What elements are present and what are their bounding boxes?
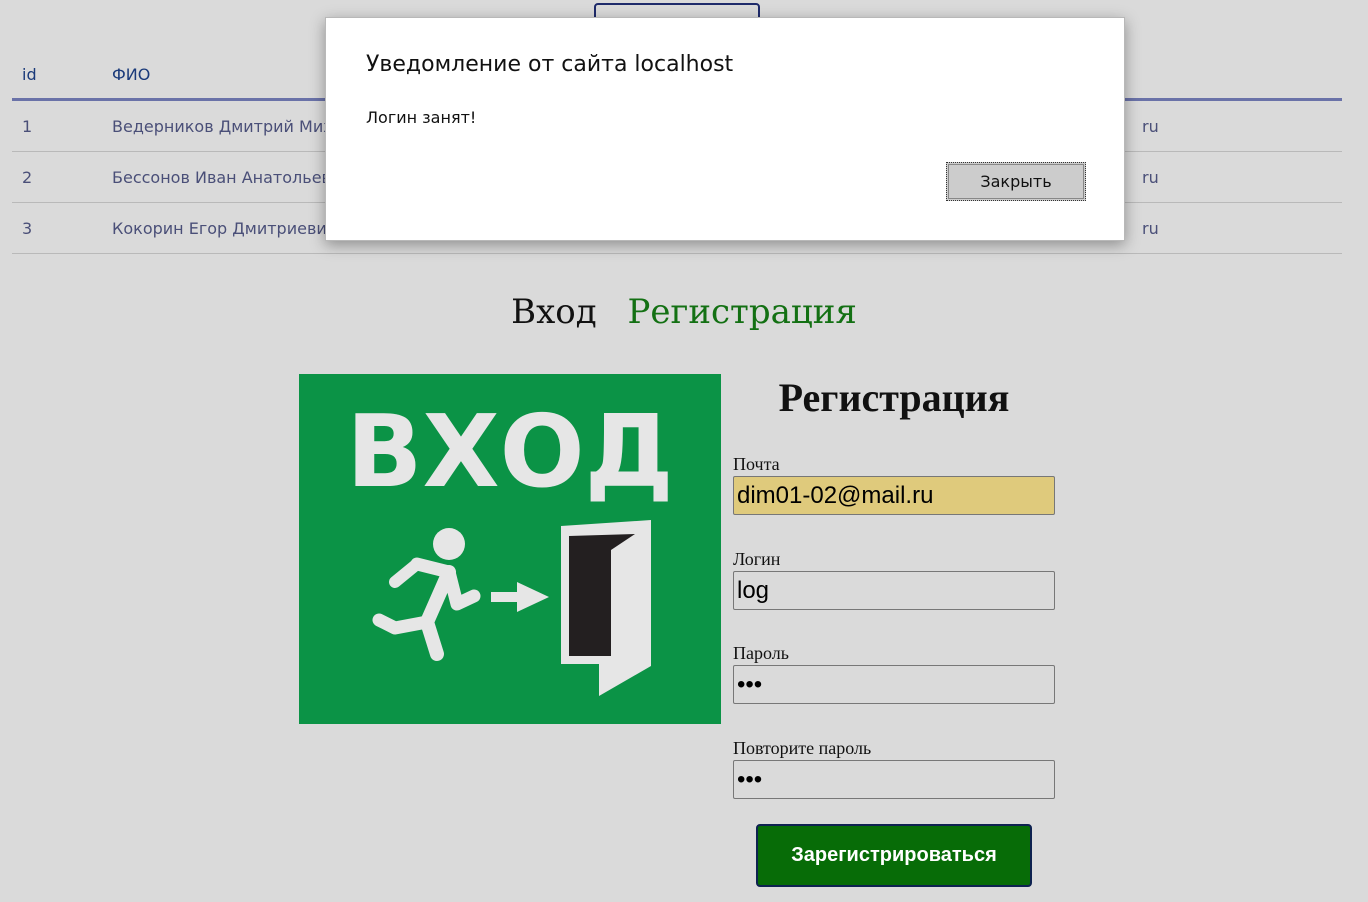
exit-sign-text: ВХОД: [346, 393, 673, 510]
auth-tabs: Вход Регистрация: [0, 292, 1368, 332]
cell-id: 3: [12, 202, 102, 254]
tab-register[interactable]: Регистрация: [628, 292, 857, 332]
arrow-right-icon: [491, 582, 549, 612]
exit-sign-graphic: ВХОД: [346, 393, 674, 696]
dialog-title: Уведомление от сайта localhost: [366, 52, 734, 77]
login-field[interactable]: [733, 571, 1055, 610]
dialog-close-button[interactable]: Закрыть: [946, 162, 1086, 201]
password-label: Пароль: [733, 643, 789, 663]
cell-id: 2: [12, 151, 102, 203]
running-man-icon: [372, 528, 481, 661]
password-repeat-label: Повторите пароль: [733, 738, 872, 758]
alert-dialog: Уведомление от сайта localhost Логин зан…: [325, 17, 1125, 241]
email-label: Почта: [733, 454, 780, 474]
password-field[interactable]: [733, 665, 1055, 704]
login-label: Логин: [733, 549, 781, 569]
column-header-id: id: [12, 50, 102, 101]
exit-sign-image: ВХОД: [299, 374, 721, 724]
email-field[interactable]: [733, 476, 1055, 515]
form-title: Регистрация: [778, 375, 1010, 420]
registration-form: Регистрация Почта Логин Пароль Повторите…: [733, 372, 1055, 799]
door-icon: [561, 520, 651, 696]
register-button[interactable]: Зарегистрироваться: [756, 824, 1032, 887]
tab-login[interactable]: Вход: [511, 292, 597, 332]
password-repeat-field[interactable]: [733, 760, 1055, 799]
cell-id: 1: [12, 99, 102, 152]
dialog-message: Логин занят!: [366, 108, 477, 127]
